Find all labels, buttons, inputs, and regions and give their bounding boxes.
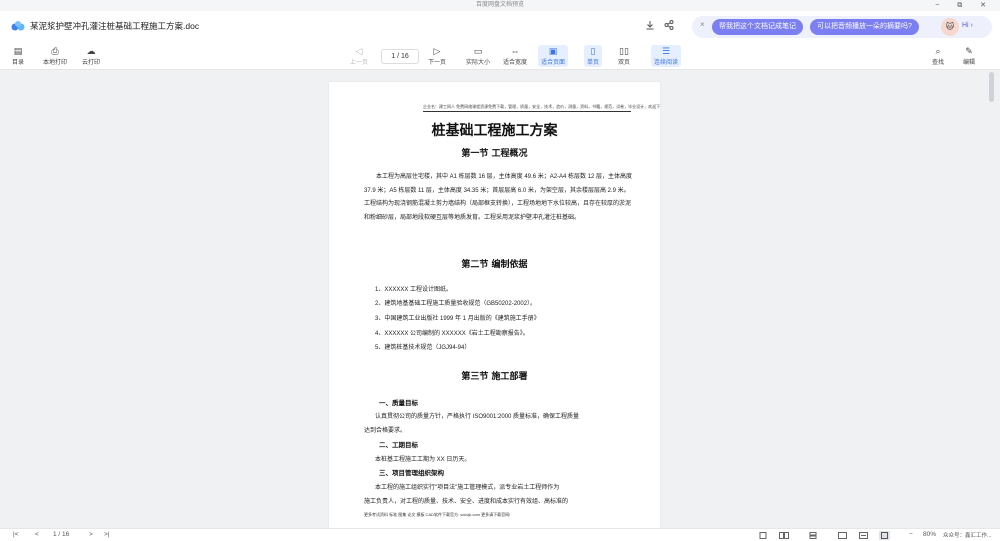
overview-paragraph: 本工程为高层住宅楼，其中 A1 栋层数 16 层，主体高度 49.6 米；A2-… <box>364 174 633 221</box>
cloud-printer-icon: ☁ <box>86 46 96 56</box>
basis-item: 2、建筑地基基础工程施工质量验收规范（GB50202-2002）。 <box>375 301 537 307</box>
section-heading-deployment: 第三节 施工部署 <box>461 372 528 382</box>
window-controls[interactable]: − ⧉ ✕ <box>935 0 994 11</box>
actual-size-button[interactable]: ▭ 实际大小 <box>466 46 490 66</box>
double-page-label: 双页 <box>618 60 631 66</box>
baidu-netdisk-logo-icon <box>11 21 25 31</box>
wechat-watermark: 众众号：鑫汇工作... <box>943 533 992 539</box>
actual-size-label: 实际大小 <box>466 60 491 66</box>
schedule-text: 本桩基工程施工工期为 XX 日历天。 <box>375 457 471 463</box>
continuous-reading-icon: ☰ <box>661 46 671 56</box>
printer-icon: ⎙ <box>51 46 59 56</box>
toc-icon: ▤ <box>13 46 23 56</box>
ai-bar-close-button[interactable]: × <box>700 20 705 29</box>
cloud-print-label: 云打印 <box>82 60 101 66</box>
continuous-reading-button[interactable]: ☰ 连续阅读 <box>651 45 682 67</box>
fit-width-label: 适合宽度 <box>503 60 528 66</box>
search-label: 查找 <box>932 60 945 66</box>
basis-item: 4、XXXXXX 公司编制的 XXXXXX《岩土工程勘察报告》。 <box>375 331 529 337</box>
fit-page-label: 适合页面 <box>541 60 566 66</box>
edit-button[interactable]: ✎ 编辑 <box>963 46 975 66</box>
subheading-schedule: 二、工期目标 <box>379 442 418 449</box>
cloud-print-button[interactable]: ☁ 云打印 <box>82 46 100 66</box>
search-icon: ⌕ <box>935 46 941 56</box>
local-print-button[interactable]: ⎙ 本地打印 <box>43 46 67 66</box>
window-titlebar: 百度网盘文档预览 − ⧉ ✕ <box>0 0 1000 11</box>
next-page-label: 下一页 <box>428 60 447 66</box>
prev-page-label: 上一页 <box>350 60 369 66</box>
next-page-button[interactable]: ▷ 下一页 <box>428 46 446 66</box>
single-page-button[interactable]: ▯ 单页 <box>584 45 603 67</box>
organization-text: 本工程的施工组织实行"项目法"施工管理模式，派专业岩土工程师作为 <box>375 485 560 491</box>
section-heading-basis: 第二节 编制依据 <box>461 260 528 270</box>
viewer-toolbar: ▤ 目录 ⎙ 本地打印 ☁ 云打印 ◁ 上一页 ▷ 下一页 ▭ 实际大小 ⇔ 适… <box>0 43 1000 70</box>
fit-page-icon: ▣ <box>548 46 558 56</box>
local-print-label: 本地打印 <box>43 60 68 66</box>
zoom-level[interactable]: 80% <box>923 531 936 538</box>
window-title: 百度网盘文档预览 <box>475 2 524 8</box>
view-single-icon[interactable] <box>759 532 767 539</box>
status-bar: |< < 1 / 16 > >| − 80% 众众号：鑫汇工作... <box>0 528 1000 541</box>
subheading-organization: 三、项目管理组织架构 <box>379 470 444 477</box>
double-page-icon: ▯▯ <box>619 46 629 56</box>
actual-size-status-icon[interactable] <box>838 532 847 539</box>
page-indicator-input[interactable]: 1 / 16 <box>381 49 419 64</box>
zoom-out-button[interactable]: − <box>909 531 913 538</box>
fit-page-button[interactable]: ▣ 适合页面 <box>538 45 569 67</box>
single-page-icon: ▯ <box>590 46 596 56</box>
view-continuous-icon[interactable] <box>809 532 817 539</box>
quality-text: 达到合格要求。 <box>364 428 407 434</box>
document-title: 某泥浆护壁冲孔灌注桩基础工程施工方案.doc <box>30 21 200 31</box>
download-icon[interactable] <box>645 20 655 30</box>
section-heading-overview: 第一节 工程概况 <box>461 149 528 159</box>
next-page-icon: ▷ <box>433 46 441 56</box>
continuous-reading-label: 连续阅读 <box>654 60 679 66</box>
subheading-quality: 一、质量目标 <box>379 400 418 407</box>
ai-suggestion-notes-button[interactable]: 帮我把这个文档记成笔记 <box>712 19 803 35</box>
fit-width-status-icon[interactable] <box>859 532 868 539</box>
status-next-page-button[interactable]: > <box>89 531 93 538</box>
vertical-scrollbar[interactable] <box>989 72 994 102</box>
prev-page-button[interactable]: ◁ 上一页 <box>350 46 368 66</box>
toc-button[interactable]: ▤ 目录 <box>12 46 24 66</box>
share-icon[interactable] <box>664 20 674 30</box>
edit-icon: ✎ <box>965 46 973 56</box>
basis-item: 3、中国建筑工业出版社 1999 年 1 月出版的《建筑施工手册》 <box>375 316 540 322</box>
toc-label: 目录 <box>12 60 25 66</box>
status-prev-page-button[interactable]: < <box>35 531 39 538</box>
prev-page-icon: ◁ <box>355 46 363 56</box>
single-page-label: 单页 <box>587 60 600 66</box>
document-main-title: 桩基础工程施工方案 <box>431 123 558 139</box>
actual-size-icon: ▭ <box>473 46 483 56</box>
basis-item: 1、XXXXXX 工程设计图纸。 <box>375 287 453 293</box>
fit-page-status-icon[interactable] <box>879 531 890 540</box>
ai-greeting-button[interactable]: Hi › <box>962 22 973 29</box>
ai-avatar-icon[interactable]: 🐱 <box>941 18 959 36</box>
ai-suggestion-audio-button[interactable]: 可以把音频播放一朵的摘要吗? <box>810 19 919 35</box>
fit-width-button[interactable]: ⇔ 适合宽度 <box>503 46 527 66</box>
page-footnote: 更多考试资料 标准 图集 论文 模板 CAD软件下载官方: vdccjk.com… <box>364 512 511 517</box>
document-page: 企业名：建工网人 免费网络课程资源免费下载，管理，质量，安全，技术，造价，测量，… <box>329 82 660 528</box>
fit-width-icon: ⇔ <box>510 46 520 56</box>
edit-label: 编辑 <box>963 60 976 66</box>
organization-text: 施工负责人，对工程的质量、技术、安全、进度和成本实行有效组、高标准的 <box>364 499 569 505</box>
first-page-button[interactable]: |< <box>13 531 18 538</box>
basis-item: 5、建筑桩基技术规范（JGJ94-94） <box>375 345 471 351</box>
page-header-note: 企业名：建工网人 免费网络课程资源免费下载，管理，质量，安全，技术，造价，测量，… <box>423 104 660 112</box>
view-double-icon[interactable] <box>779 532 789 539</box>
double-page-button[interactable]: ▯▯ 双页 <box>618 46 630 66</box>
quality-text: 认真贯彻公司的质量方针，严格执行 ISO9001:2000 质量标准，确保工程质… <box>375 414 580 420</box>
last-page-button[interactable]: >| <box>104 531 109 538</box>
search-button[interactable]: ⌕ 查找 <box>932 46 944 66</box>
status-page-indicator[interactable]: 1 / 16 <box>53 531 69 538</box>
